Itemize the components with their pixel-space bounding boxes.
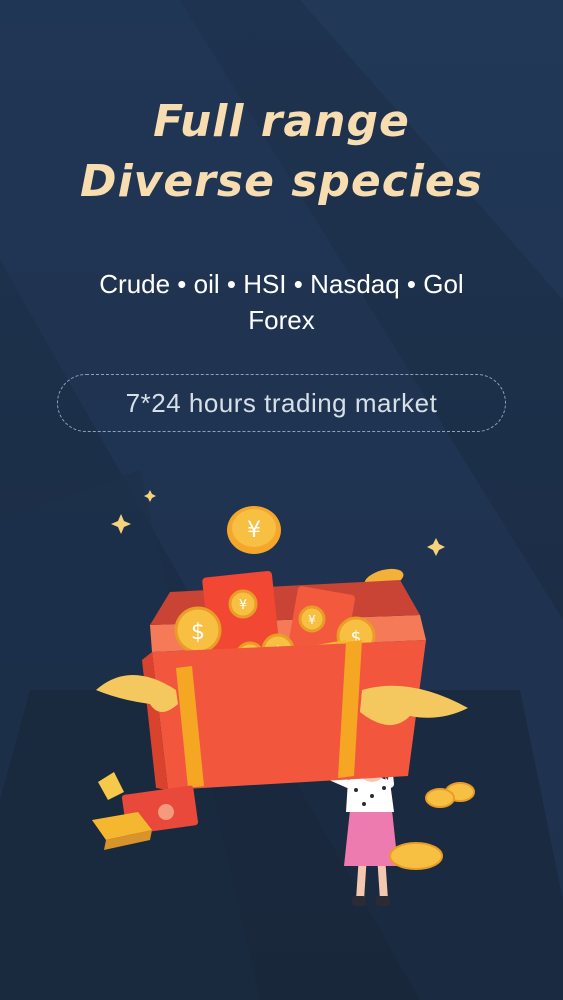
svg-text:¥: ¥	[308, 613, 316, 627]
market-list-line-1: Crude • oil • HSI • Nasdaq • Gol	[99, 269, 464, 299]
trading-hours-badge: 7*24 hours trading market	[57, 374, 506, 432]
svg-text:¥: ¥	[247, 518, 261, 543]
headline: Full range Diverse species	[0, 92, 563, 212]
gift-box-illustration: ¥ $ $	[92, 490, 475, 906]
headline-line-2: Diverse species	[80, 156, 483, 207]
market-list: Crude • oil • HSI • Nasdaq • Gol Forex	[0, 266, 563, 338]
svg-text:$: $	[191, 620, 205, 645]
trading-hours-label: 7*24 hours trading market	[125, 387, 438, 418]
coin-yen-icon: ¥	[227, 506, 281, 554]
headline-line-1: Full range	[153, 96, 410, 147]
gift-box-icon: $ $ ¥ ¥ $ ¥	[96, 570, 468, 790]
svg-text:¥: ¥	[239, 598, 247, 613]
market-list-line-2: Forex	[248, 305, 315, 335]
coin-stack-icon	[389, 782, 475, 870]
